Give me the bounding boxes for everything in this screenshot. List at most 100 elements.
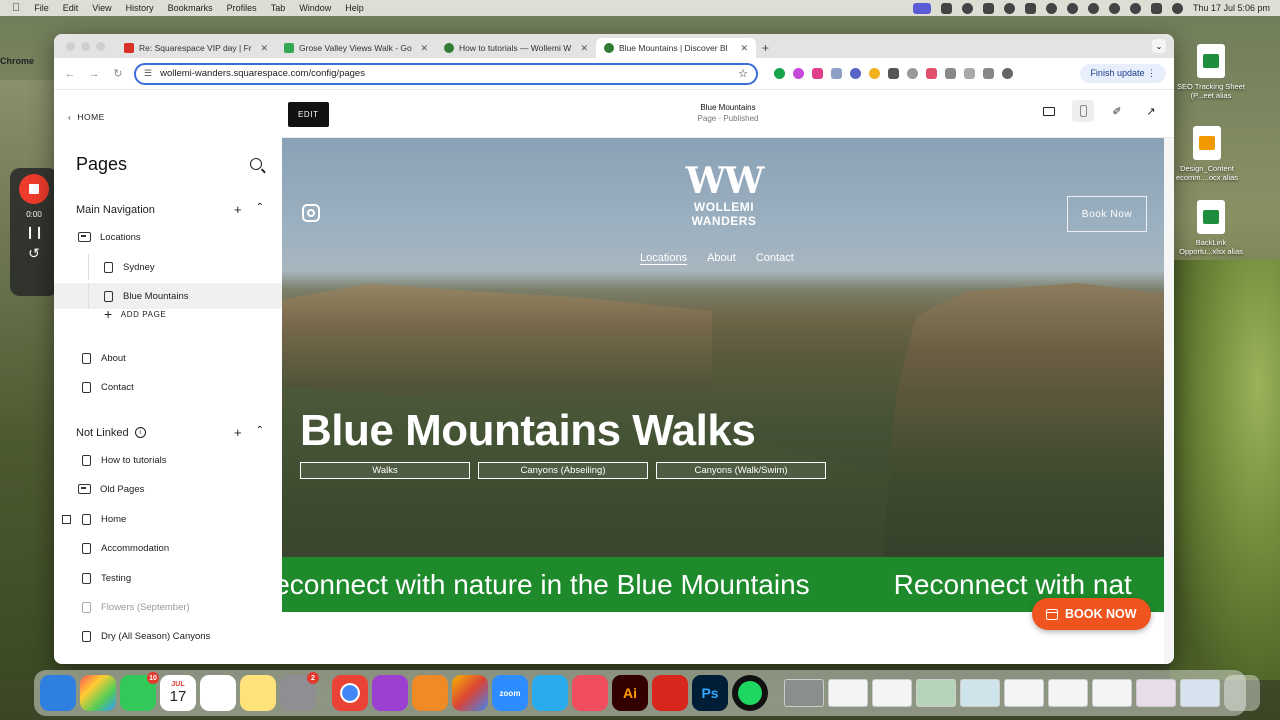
photoshop-icon[interactable]: Ps <box>692 675 728 711</box>
add-page-button[interactable]: + ADD PAGE <box>104 306 166 322</box>
puzzle-extensions-icon[interactable] <box>945 68 956 79</box>
walks-button[interactable]: Walks <box>300 462 470 479</box>
apps-grid-icon[interactable] <box>888 68 899 79</box>
siri-icon[interactable] <box>1171 2 1183 14</box>
sidebar-item-home[interactable]: Home <box>54 506 282 532</box>
podcasts-icon[interactable] <box>372 675 408 711</box>
profile-avatar-icon[interactable] <box>1002 68 1013 79</box>
trash-icon[interactable] <box>1224 675 1260 711</box>
extension-icon[interactable] <box>926 68 937 79</box>
desktop-icon-seo-tracking[interactable]: SEO Tracking Sheet (P...eet alias <box>1174 44 1248 100</box>
menubar-play-icon[interactable] <box>1087 2 1099 14</box>
system-settings-icon[interactable]: 2 <box>280 672 319 711</box>
search-icon[interactable] <box>250 158 262 170</box>
tab-gmail[interactable]: Re: Squarespace VIP day | Fr ✕ <box>116 38 276 58</box>
dock-window-thumbnail[interactable] <box>872 679 912 707</box>
books-icon[interactable] <box>412 675 448 711</box>
menubar-sync-icon[interactable] <box>1066 2 1078 14</box>
dock-window-thumbnail[interactable] <box>916 679 956 707</box>
apple-icon[interactable]:  <box>12 2 20 14</box>
dock-window-thumbnail[interactable] <box>828 679 868 707</box>
menubar-history[interactable]: History <box>126 3 154 13</box>
extension-icon[interactable] <box>907 68 918 79</box>
finder-icon[interactable] <box>40 675 76 711</box>
desktop-icon-backlink[interactable]: BackLink Opportu...xlsx alias <box>1174 200 1248 256</box>
menubar-app-icon[interactable] <box>940 2 952 14</box>
forward-icon[interactable]: → <box>86 68 102 80</box>
creative-app-icon[interactable] <box>452 675 488 711</box>
notes-icon[interactable] <box>240 675 276 711</box>
chrome-icon[interactable] <box>332 675 368 711</box>
restart-icon[interactable]: ↺ <box>28 245 40 262</box>
dock-thumbnail-photo[interactable] <box>784 679 824 707</box>
desktop-icon-design-content[interactable]: Design_Content ecomm....ocx alias <box>1170 126 1244 182</box>
header-book-now-button[interactable]: Book Now <box>1067 196 1147 232</box>
sidebar-item-sydney[interactable]: Sydney <box>54 254 282 280</box>
dock-window-thumbnail[interactable] <box>1048 679 1088 707</box>
spotify-icon[interactable] <box>732 675 768 711</box>
stop-recording-button[interactable] <box>19 174 49 204</box>
acrobat-icon[interactable] <box>652 675 688 711</box>
desktop-view-button[interactable] <box>1038 100 1060 122</box>
sidebar-item-flowers-september[interactable]: Flowers (September) <box>54 594 282 620</box>
menubar-file[interactable]: File <box>34 3 49 13</box>
site-nav-locations[interactable]: Locations <box>640 252 687 264</box>
sidebar-item-testing[interactable]: Testing <box>54 565 282 591</box>
site-nav-about[interactable]: About <box>707 252 736 264</box>
site-styles-button[interactable]: ✐ <box>1106 100 1128 122</box>
telegram-icon[interactable] <box>532 675 568 711</box>
reading-list-icon[interactable] <box>964 68 975 79</box>
close-tab-icon[interactable]: ✕ <box>740 43 748 54</box>
cluster-app-icon[interactable] <box>572 675 608 711</box>
canyons-abseiling-button[interactable]: Canyons (Abseiling) <box>478 462 648 479</box>
sidebar-item-how-to-tutorials[interactable]: How to tutorials <box>54 447 282 473</box>
menubar-dropbox-icon[interactable] <box>1024 2 1036 14</box>
pause-icon[interactable]: ❙❙ <box>25 225 44 239</box>
extension-icon[interactable] <box>793 68 804 79</box>
tab-google-drive[interactable]: Grose Valley Views Walk - Go ✕ <box>276 38 436 58</box>
spotlight-search-icon[interactable] <box>1129 2 1141 14</box>
menubar-edit[interactable]: Edit <box>63 3 79 13</box>
tab-blue-mountains[interactable]: Blue Mountains | Discover Bl ✕ <box>596 38 756 58</box>
address-bar[interactable]: ☰ wollemi-wanders.squarespace.com/config… <box>134 62 758 85</box>
menubar-extension-icon[interactable] <box>982 2 994 14</box>
menubar-bookmarks[interactable]: Bookmarks <box>168 3 213 13</box>
messages-icon[interactable]: 10 <box>120 672 159 711</box>
home-link[interactable]: ‹ HOME <box>68 112 105 122</box>
menubar-network-icon[interactable] <box>1003 2 1015 14</box>
screen-record-status-icon[interactable] <box>912 2 931 14</box>
dock-window-thumbnail[interactable] <box>1092 679 1132 707</box>
sidebar-item-about[interactable]: About <box>54 345 282 371</box>
menubar-profiles[interactable]: Profiles <box>227 3 257 13</box>
extension-icon[interactable] <box>850 68 861 79</box>
site-nav-contact[interactable]: Contact <box>756 252 794 264</box>
sidebar-item-blue-mountains[interactable]: Blue Mountains <box>54 283 282 309</box>
sidebar-item-accommodation[interactable]: Accommodation <box>54 535 282 561</box>
close-tab-icon[interactable]: ✕ <box>580 43 588 54</box>
sidebar-item-dry-canyons[interactable]: Dry (All Season) Canyons <box>54 623 282 649</box>
floating-book-now-button[interactable]: BOOK NOW <box>1032 598 1151 630</box>
grammarly-extension-icon[interactable] <box>774 68 785 79</box>
illustrator-icon[interactable]: Ai <box>612 675 648 711</box>
dock-window-thumbnail[interactable] <box>1004 679 1044 707</box>
menubar-creative-cloud-icon[interactable] <box>1045 2 1057 14</box>
add-icon[interactable]: + <box>234 202 242 217</box>
download-icon[interactable] <box>983 68 994 79</box>
sidebar-item-old-pages[interactable]: Old Pages <box>54 476 282 502</box>
tab-search-chevron-icon[interactable]: ⌄ <box>1152 39 1166 53</box>
chevron-up-icon[interactable]: ⌃ <box>256 202 264 217</box>
menubar-tab[interactable]: Tab <box>271 3 286 13</box>
sidebar-item-locations[interactable]: Locations <box>54 224 282 250</box>
launchpad-icon[interactable] <box>80 675 116 711</box>
close-tab-icon[interactable]: ✕ <box>260 43 268 54</box>
close-tab-icon[interactable]: ✕ <box>420 43 428 54</box>
menubar-help[interactable]: Help <box>345 3 364 13</box>
download-extension-icon[interactable] <box>812 68 823 79</box>
finish-update-button[interactable]: Finish update ⋮ <box>1080 64 1166 83</box>
new-tab-button[interactable]: + <box>756 38 775 58</box>
instagram-icon[interactable] <box>302 204 320 222</box>
calendar-app-icon[interactable]: JUL 17 <box>160 675 196 711</box>
back-icon[interactable]: ← <box>62 68 78 80</box>
site-logo[interactable]: WW WOLLEMI WANDERS <box>672 162 776 228</box>
chevron-up-icon[interactable]: ⌃ <box>256 425 264 440</box>
